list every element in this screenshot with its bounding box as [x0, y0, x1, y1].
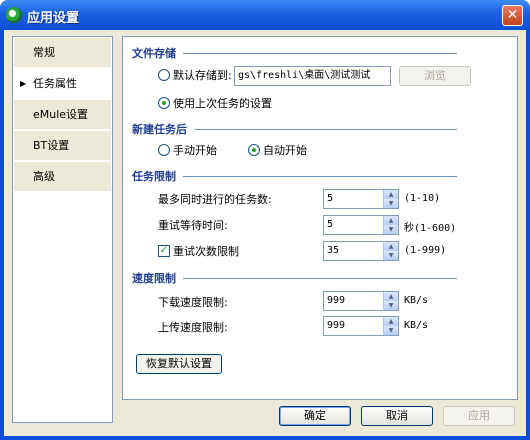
retry-wait-range: 秒(1-600)	[404, 223, 457, 234]
spin-down-icon[interactable]: ▼	[383, 199, 398, 208]
spin-down-icon[interactable]: ▼	[383, 251, 398, 260]
settings-nav: 常规 ▶ 任务属性 eMule设置 BT设置 高级	[12, 36, 113, 423]
nav-item-task-properties[interactable]: ▶ 任务属性	[14, 69, 111, 99]
spin-up-icon[interactable]: ▲	[383, 216, 398, 225]
section-title-new-task: 新建任务后	[132, 123, 187, 136]
spin-down-icon[interactable]: ▼	[383, 326, 398, 335]
restore-defaults-button[interactable]: 恢复默认设置	[136, 354, 222, 374]
nav-item-label: 任务属性	[33, 77, 77, 90]
upload-limit-unit: KB/s	[404, 320, 429, 331]
section-title-speed-limits: 速度限制	[132, 272, 176, 285]
auto-start-label: 自动开始	[263, 144, 307, 157]
spin-down-icon[interactable]: ▼	[383, 301, 398, 310]
radio-auto-start[interactable]	[248, 144, 260, 156]
max-tasks-value: 5	[327, 193, 334, 204]
apply-button[interactable]: 应用	[443, 406, 515, 426]
selected-arrow-icon: ▶	[20, 79, 27, 88]
section-divider	[183, 278, 457, 279]
download-limit-spinbox[interactable]: 999 ▲ ▼	[323, 291, 399, 311]
close-button[interactable]: ✕	[502, 5, 523, 26]
section-divider	[183, 176, 457, 177]
retry-count-value: 35	[327, 245, 340, 256]
retry-wait-label: 重试等待时间:	[158, 219, 228, 232]
nav-item-advanced[interactable]: 高级	[14, 162, 111, 192]
cancel-button[interactable]: 取消	[361, 406, 433, 426]
storage-path-input[interactable]: gs\freshli\桌面\测试测试	[234, 66, 391, 86]
settings-dialog: 应用设置 ✕ 常规 ▶ 任务属性 eMule设置 BT设置 高级 文件存储 默认…	[0, 0, 530, 440]
upload-limit-value: 999	[327, 320, 346, 331]
nav-item-label: eMule设置	[33, 108, 89, 121]
nav-item-label: 常规	[33, 46, 55, 59]
upload-limit-label: 上传速度限制:	[158, 321, 228, 334]
nav-item-label: 高级	[33, 170, 55, 183]
retry-wait-spinbox[interactable]: 5 ▲ ▼	[323, 215, 399, 235]
retry-count-spinbox[interactable]: 35 ▲ ▼	[323, 241, 399, 261]
retry-wait-value: 5	[327, 219, 334, 230]
spin-up-icon[interactable]: ▲	[383, 317, 398, 326]
title-bar[interactable]: 应用设置 ✕	[0, 0, 530, 30]
radio-default-storage[interactable]	[158, 69, 170, 81]
upload-limit-spinbox[interactable]: 999 ▲ ▼	[323, 316, 399, 336]
download-limit-label: 下载速度限制:	[158, 296, 228, 309]
retry-count-checkbox[interactable]: ✓	[158, 245, 170, 257]
spin-up-icon[interactable]: ▲	[383, 242, 398, 251]
window-title: 应用设置	[27, 11, 80, 26]
ok-button[interactable]: 确定	[279, 406, 351, 426]
radio-manual-start[interactable]	[158, 144, 170, 156]
use-last-settings-label: 使用上次任务的设置	[173, 97, 272, 110]
nav-item-bt[interactable]: BT设置	[14, 131, 111, 161]
nav-item-emule[interactable]: eMule设置	[14, 100, 111, 130]
dialog-body: 常规 ▶ 任务属性 eMule设置 BT设置 高级 文件存储 默认存储到: gs…	[4, 30, 526, 436]
nav-item-label: BT设置	[33, 139, 70, 152]
section-title-file-storage: 文件存储	[132, 47, 176, 60]
settings-panel: 文件存储 默认存储到: gs\freshli\桌面\测试测试 浏览 使用上次任务…	[122, 36, 518, 400]
retry-count-label: 重试次数限制	[173, 245, 239, 258]
manual-start-label: 手动开始	[173, 144, 217, 157]
download-limit-value: 999	[327, 295, 346, 306]
spin-up-icon[interactable]: ▲	[383, 292, 398, 301]
section-title-task-limits: 任务限制	[132, 170, 176, 183]
radio-use-last-settings[interactable]	[158, 97, 170, 109]
max-tasks-spinbox[interactable]: 5 ▲ ▼	[323, 189, 399, 209]
app-logo-icon	[6, 7, 22, 23]
max-tasks-label: 最多同时进行的任务数:	[158, 193, 272, 206]
max-tasks-range: (1-10)	[404, 193, 441, 204]
section-divider	[183, 53, 457, 54]
retry-count-range: (1-999)	[404, 245, 447, 256]
section-divider	[195, 129, 457, 130]
nav-item-general[interactable]: 常规	[14, 38, 111, 68]
spin-up-icon[interactable]: ▲	[383, 190, 398, 199]
browse-button[interactable]: 浏览	[399, 66, 471, 86]
download-limit-unit: KB/s	[404, 295, 429, 306]
default-storage-label: 默认存储到:	[173, 69, 232, 82]
spin-down-icon[interactable]: ▼	[383, 225, 398, 234]
